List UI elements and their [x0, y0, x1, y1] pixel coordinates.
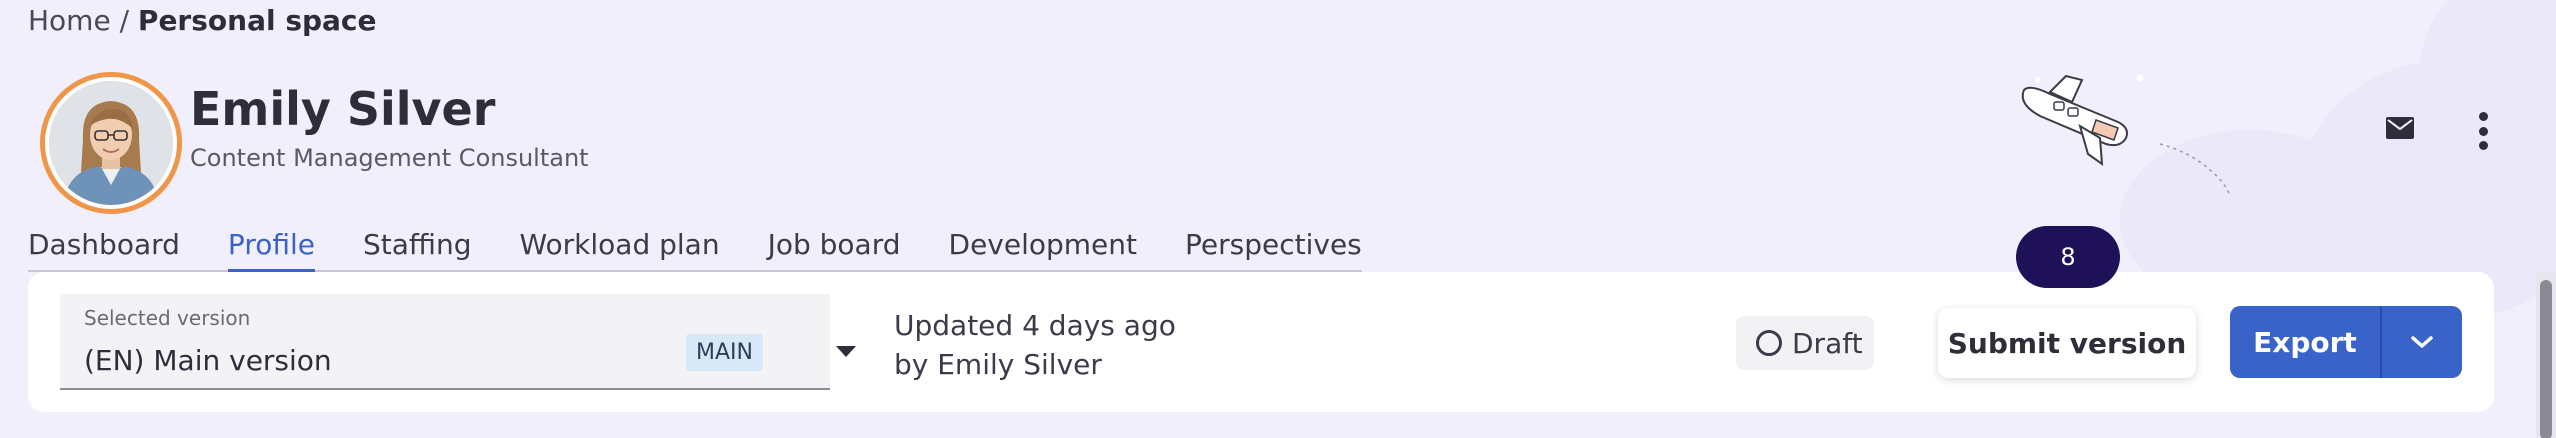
rocket-illustration: [2010, 70, 2240, 200]
export-button[interactable]: Export: [2230, 306, 2380, 378]
tab-staffing[interactable]: Staffing: [363, 224, 472, 270]
avatar: [40, 72, 182, 214]
user-job-title: Content Management Consultant: [190, 144, 589, 172]
version-select[interactable]: Selected version (EN) Main version MAIN: [60, 294, 856, 390]
more-vertical-icon-dot: [2478, 141, 2488, 150]
breadcrumb-home[interactable]: Home: [28, 4, 111, 37]
profile-tabs: Dashboard Profile Staffing Workload plan…: [28, 224, 1362, 272]
more-options-button[interactable]: [2468, 108, 2498, 154]
chevron-down-icon: [836, 346, 856, 357]
status-badge: Draft: [1736, 316, 1874, 370]
tab-dashboard[interactable]: Dashboard: [28, 224, 180, 270]
tab-workload-plan[interactable]: Workload plan: [519, 224, 719, 270]
scrollbar-thumb[interactable]: [2540, 280, 2552, 438]
export-menu-button[interactable]: [2382, 306, 2462, 378]
more-vertical-icon-dot: [2478, 126, 2488, 136]
tab-profile[interactable]: Profile: [227, 224, 316, 272]
draft-status-icon: [1756, 330, 1782, 356]
chevron-down-icon: [2411, 336, 2433, 348]
notification-count-badge: 8: [2016, 226, 2120, 288]
vertical-scrollbar[interactable]: [2536, 272, 2556, 438]
status-label: Draft: [1792, 326, 1863, 360]
version-select-label: Selected version: [84, 306, 251, 330]
version-select-value: (EN) Main version: [84, 344, 332, 377]
page: Home / Personal space Emily Silver Conte…: [0, 0, 2556, 438]
version-tag: MAIN: [686, 334, 763, 371]
breadcrumb: Home / Personal space: [28, 4, 377, 37]
updated-by: by Emily Silver: [894, 348, 1102, 381]
more-vertical-icon: [2478, 112, 2488, 121]
submit-version-button[interactable]: Submit version: [1938, 308, 2196, 378]
export-button-group: Export: [2230, 306, 2462, 378]
tab-development[interactable]: Development: [949, 224, 1138, 270]
mail-icon: [2386, 117, 2414, 139]
breadcrumb-separator: /: [110, 4, 138, 37]
mail-button[interactable]: [2382, 110, 2418, 146]
breadcrumb-current: Personal space: [137, 4, 377, 37]
updated-info: Updated 4 days ago by Emily Silver: [894, 306, 1176, 384]
updated-time: Updated 4 days ago: [894, 309, 1176, 342]
tab-perspectives[interactable]: Perspectives: [1185, 224, 1362, 270]
user-name: Emily Silver: [190, 82, 496, 136]
tab-job-board[interactable]: Job board: [768, 224, 901, 270]
avatar-photo: [49, 81, 173, 205]
